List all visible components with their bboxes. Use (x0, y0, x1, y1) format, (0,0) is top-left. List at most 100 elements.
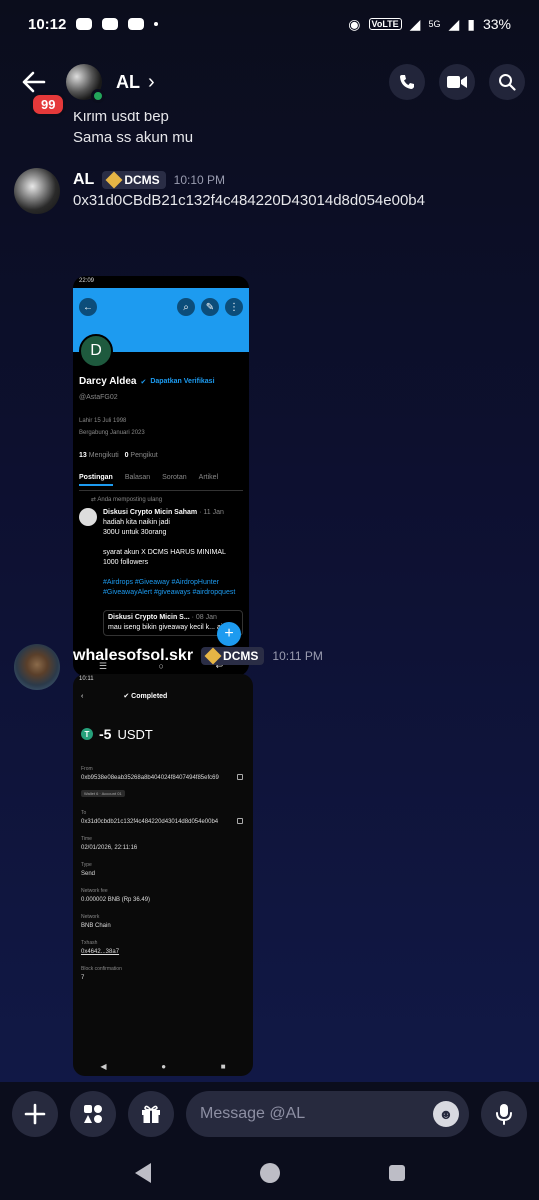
post-avatar (79, 508, 97, 526)
attachment-status-time: 22:09 (79, 278, 95, 284)
video-call-button[interactable] (439, 64, 475, 100)
phone-icon (400, 75, 414, 89)
status-bar: 10:12 ◉ VoLTE ◢ 5G ◢ ▮ 33% (0, 0, 539, 48)
tx-hash-link: 0x4642...38a7 (81, 949, 120, 955)
tx-title-label: Completed (131, 693, 168, 700)
post-hashtags: #Airdrops #Giveaway #AirdropHunter #Give… (103, 579, 236, 596)
chevron-right-icon[interactable]: › (148, 71, 155, 94)
message-timestamp: 10:10 PM (173, 173, 226, 187)
recents-icon: ■ (220, 1061, 226, 1071)
search-icon (499, 74, 516, 91)
avatar[interactable] (14, 644, 60, 690)
tx-field-label: Network fee (81, 888, 108, 894)
repost-note: ⇄ Anda memposting ulang (91, 497, 163, 503)
tab-posts: Postingan (79, 474, 113, 486)
profile-name-row: Darcy Aldea ✔ Dapatkan Verifikasi (79, 376, 215, 387)
server-tag-label: DCMS (124, 173, 160, 187)
message-timestamp: 10:11 PM (272, 649, 323, 663)
tx-field: From 0xb9538e08eab35268a8b404024f8407494… (81, 766, 245, 800)
quote-date: · 08 Jan (191, 614, 217, 621)
gift-button[interactable] (128, 1091, 174, 1137)
message-text: Kirim usdt bep (73, 112, 169, 125)
tx-title: ✔ Completed (123, 693, 168, 700)
tab-replies: Balasan (124, 474, 151, 481)
avatar[interactable] (14, 168, 60, 214)
message-author[interactable]: whalesofsol.skr (73, 647, 193, 665)
profile-birth: Lahir 15 Juli 1998 (79, 418, 127, 424)
tx-field-label: Type (81, 862, 92, 868)
arrow-left-icon: ← (79, 298, 97, 316)
system-navigation-bar (0, 1146, 539, 1200)
discord-notification-icon (76, 18, 93, 30)
tx-field-value: Send (81, 871, 96, 877)
avatar[interactable] (66, 64, 105, 103)
tx-field: Network BNB Chain (81, 914, 245, 930)
battery-icon: ▮ (467, 15, 475, 32)
network-type: 5G (428, 19, 441, 29)
copy-icon (237, 774, 243, 780)
tx-field-value-row: 0x31d0cbdb21c132f4c484220d43014d8d054e00… (81, 818, 245, 826)
voice-message-button[interactable] (481, 1091, 527, 1137)
discord-notification-icon (102, 18, 119, 30)
image-attachment[interactable]: 10:11 ‹ ✔ Completed T -5 USDT From 0xb95… (73, 674, 253, 1076)
server-tag[interactable]: DCMS (201, 647, 265, 665)
hotspot-icon: ◉ (348, 15, 361, 32)
battery-percent: 33% (482, 16, 511, 32)
back-button[interactable]: 99 (14, 62, 67, 117)
home-icon: ● (161, 1061, 167, 1071)
message-input-placeholder: Message @AL (200, 1105, 306, 1122)
search-button[interactable] (489, 64, 525, 100)
tx-field: Network fee 0.000002 BNB (Rp 36.49) (81, 888, 245, 904)
message-composer: Message @AL ☻ (0, 1082, 539, 1146)
diamond-icon (105, 171, 123, 189)
tx-field-value: 0.000002 BNB (Rp 36.49) (81, 897, 151, 903)
message-input[interactable]: Message @AL ☻ (186, 1091, 469, 1137)
tx-field-label: Block confirmation (81, 966, 122, 972)
following-label: Mengikuti (88, 452, 119, 459)
image-attachment[interactable]: 22:09 ← ⌕ ✎ ⋮ D Darcy Aldea ✔ Dapatkan V… (73, 276, 249, 676)
add-attachment-button[interactable] (12, 1091, 58, 1137)
quote-author: Diskusi Crypto Micin S... (108, 614, 190, 621)
profile-avatar: D (79, 334, 113, 368)
system-recents-button[interactable] (388, 1165, 405, 1181)
tx-field-value: 7 (81, 975, 85, 981)
server-tag[interactable]: DCMS (102, 171, 166, 189)
message-author[interactable]: AL (73, 171, 94, 189)
tx-field: Block confirmation 7 (81, 966, 245, 982)
tx-topbar: ‹ ✔ Completed (73, 686, 253, 706)
following-count: 13 (79, 452, 87, 459)
attachment-status-time: 10:11 (79, 676, 94, 682)
profile-name: Darcy Aldea (79, 376, 137, 387)
post-date: · 11 Jan (199, 509, 224, 516)
verified-icon: ✔ (140, 378, 147, 386)
tx-field: Txhash 0x4642...38a7 (81, 940, 245, 956)
tx-field: Type Send (81, 862, 245, 878)
plus-icon: + (217, 622, 241, 646)
apps-button[interactable] (70, 1091, 116, 1137)
tab-articles: Artikel (198, 474, 219, 481)
tx-amount: T -5 USDT (73, 706, 253, 742)
repost-label: Anda memposting ulang (97, 497, 163, 503)
wallet-chip: Wallet 6 · Account 01 (81, 790, 125, 797)
signal-icon: ◢ (409, 15, 421, 32)
post-line: 300U untuk 30orang (103, 529, 167, 536)
tx-field: Time 02/01/2026, 22:11:16 (81, 836, 245, 852)
post-line: syarat akun X DCMS HARUS MINIMAL (103, 549, 226, 556)
system-home-button[interactable] (259, 1163, 280, 1183)
voice-call-button[interactable] (389, 64, 425, 100)
followers-label: Pengikut (130, 452, 158, 459)
profile-tabs: Postingan Balasan Sorotan Artikel (79, 474, 243, 491)
edit-icon: ✎ (201, 298, 219, 316)
message-list[interactable]: Kirim usdt bep Sama ss akun mu AL DCMS 1… (0, 112, 539, 1080)
verify-label: Dapatkan Verifikasi (150, 378, 215, 385)
tx-field-value-row: 0xb9538e08eab35268a8b404024f8407494f85ef… (81, 774, 245, 782)
more-notifications-icon (154, 22, 159, 26)
emoji-icon[interactable]: ☻ (433, 1101, 459, 1127)
tx-field-value: 02/01/2026, 22:11:16 (81, 845, 138, 851)
tx-field-value: 0x31d0cbdb21c132f4c484220d43014d8d054e00… (81, 819, 219, 825)
tx-field-label: Txhash (81, 940, 98, 946)
tx-field-label: From (81, 766, 93, 772)
page-title[interactable]: AL (116, 72, 140, 93)
tx-field-value: 0xb9538e08eab35268a8b404024f8407494f85ef… (81, 775, 219, 781)
system-back-button[interactable] (134, 1163, 151, 1183)
